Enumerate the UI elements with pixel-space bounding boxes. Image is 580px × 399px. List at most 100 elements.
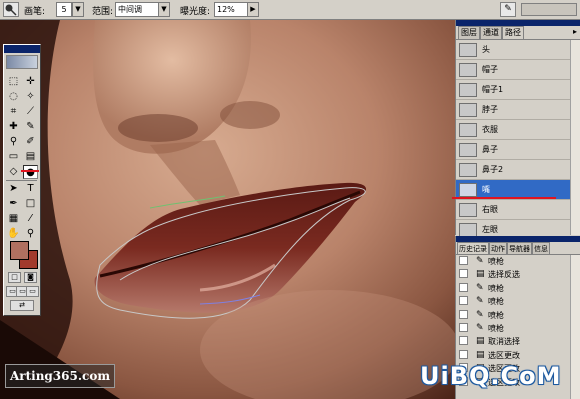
history-checkbox[interactable] xyxy=(459,282,468,292)
history-item-label: 喷枪 xyxy=(488,310,504,320)
history-item-label: 选择反选 xyxy=(488,270,520,280)
watermark-uibq: UiBQ.CoM xyxy=(420,362,562,390)
pen-tool-icon[interactable]: ✒ xyxy=(6,197,21,211)
path-row[interactable]: 头 xyxy=(456,40,580,60)
standard-mode-icon[interactable]: □ xyxy=(8,272,21,283)
path-row[interactable]: 帽子1 xyxy=(456,80,580,100)
exposure-arrow-icon[interactable]: ▶ xyxy=(247,2,259,17)
path-row[interactable]: 鼻子2 xyxy=(456,160,580,180)
path-row[interactable]: 脖子 xyxy=(456,100,580,120)
clone-stamp-tool-icon[interactable]: ⚲ xyxy=(6,135,21,149)
tab-channels[interactable]: 通道 xyxy=(480,26,502,39)
blur-tool-icon[interactable]: ◇ xyxy=(6,165,21,179)
path-thumbnail-icon xyxy=(459,123,477,137)
path-thumbnail-icon xyxy=(459,63,477,77)
history-checkbox[interactable] xyxy=(459,349,468,359)
history-checkbox[interactable] xyxy=(459,336,468,346)
history-panel-tabs: 历史记录 动作 导航器 信息 xyxy=(456,242,580,255)
path-name: 右眼 xyxy=(482,205,498,214)
path-name: 衣服 xyxy=(482,125,498,134)
history-checkbox[interactable] xyxy=(459,256,468,265)
history-checkbox[interactable] xyxy=(459,309,468,319)
dodge-tool-icon[interactable]: ● xyxy=(23,165,38,179)
history-scrollbar[interactable] xyxy=(570,255,580,399)
tab-history[interactable]: 历史记录 xyxy=(457,242,489,254)
zoom-tool-icon[interactable]: ⚲ xyxy=(23,227,38,241)
brush-dropdown-arrow-icon[interactable]: ▼ xyxy=(72,2,84,17)
eraser-tool-icon[interactable]: ▭ xyxy=(6,150,21,164)
range-dropdown-arrow-icon[interactable]: ▼ xyxy=(158,2,170,17)
path-row[interactable]: 鼻子 xyxy=(456,140,580,160)
exposure-field[interactable]: 12% xyxy=(214,2,248,17)
history-item[interactable]: ✎ 喷枪 xyxy=(456,255,571,268)
history-item-label: 喷枪 xyxy=(488,297,504,307)
marquee-tool-icon[interactable]: ⬚ xyxy=(6,75,21,89)
notes-tool-icon[interactable]: ▦ xyxy=(6,212,21,226)
path-thumbnail-icon xyxy=(459,183,477,197)
history-item[interactable]: ✎ 喷枪 xyxy=(456,295,571,308)
history-item-label: 选区更改 xyxy=(488,350,520,360)
airbrush-icon[interactable]: ✎ xyxy=(500,2,516,17)
airbrush-icon: ✎ xyxy=(476,322,484,333)
tab-navigator[interactable]: 导航器 xyxy=(507,242,532,254)
slice-tool-icon[interactable]: ⟋ xyxy=(23,105,38,119)
airbrush-icon: ✎ xyxy=(476,256,484,266)
shape-tool-icon[interactable]: □ xyxy=(23,197,38,211)
brush-tool-icon[interactable]: ✎ xyxy=(23,120,38,134)
paths-list: 头 帽子 帽子1 脖子 衣服 鼻子 鼻子2 嘴 右眼 左眼 xyxy=(456,40,580,240)
airbrush-icon: ✎ xyxy=(476,309,484,320)
healing-tool-icon[interactable]: ✚ xyxy=(6,120,21,134)
history-brush-tool-icon[interactable]: ✐ xyxy=(23,135,38,149)
history-state-icon: ▤ xyxy=(476,336,485,347)
history-item[interactable]: ▤ 取消选择 xyxy=(456,335,571,348)
path-thumbnail-icon xyxy=(459,203,477,217)
dodge-tool-icon[interactable] xyxy=(3,2,19,17)
document-canvas[interactable] xyxy=(0,20,455,399)
move-tool-icon[interactable]: ✛ xyxy=(23,75,38,89)
hand-tool-icon[interactable]: ✋ xyxy=(6,227,21,241)
eyedropper-tool-icon[interactable]: ⁄ xyxy=(23,212,38,226)
lasso-tool-icon[interactable]: ◌ xyxy=(6,90,21,104)
path-thumbnail-icon xyxy=(459,163,477,177)
foreground-color-swatch[interactable] xyxy=(10,241,29,260)
toolbox-title-bar xyxy=(4,45,40,53)
brush-label: 画笔: xyxy=(24,7,46,17)
path-row[interactable]: 帽子 xyxy=(456,60,580,80)
watermark-arting365: Arting365.com xyxy=(5,364,115,388)
path-thumbnail-icon xyxy=(459,223,477,237)
path-row[interactable]: 衣服 xyxy=(456,120,580,140)
history-item[interactable]: ▤ 选区更改 xyxy=(456,349,571,362)
tab-info[interactable]: 信息 xyxy=(532,242,550,254)
magic-wand-tool-icon[interactable]: ✧ xyxy=(23,90,38,104)
paths-scrollbar[interactable] xyxy=(570,40,580,235)
palette-well xyxy=(521,3,577,16)
quick-mask-icon[interactable]: ◙ xyxy=(24,272,37,283)
history-checkbox[interactable] xyxy=(459,269,468,279)
path-thumbnail-icon xyxy=(459,83,477,97)
path-row[interactable]: 右眼 xyxy=(456,200,580,220)
path-name: 左眼 xyxy=(482,225,498,234)
path-name: 头 xyxy=(482,45,490,54)
gradient-tool-icon[interactable]: ▤ xyxy=(23,150,38,164)
toolbox: ⬚ ✛ ◌ ✧ ⌗ ⟋ ✚ ✎ ⚲ ✐ ▭ ▤ ◇ ● ➤ T ✒ □ ▦ ⁄ … xyxy=(3,44,41,316)
jump-to-imageready-icon[interactable]: ⇄ xyxy=(10,300,34,311)
range-label: 范围: xyxy=(92,7,114,17)
tab-paths[interactable]: 路径 xyxy=(502,26,524,39)
annotation-underline-tool xyxy=(21,170,39,172)
path-name: 帽子 xyxy=(482,65,498,74)
history-checkbox[interactable] xyxy=(459,296,468,306)
history-item[interactable]: ✎ 喷枪 xyxy=(456,282,571,295)
tab-actions[interactable]: 动作 xyxy=(489,242,507,254)
history-item[interactable]: ▤ 选择反选 xyxy=(456,268,571,281)
history-item[interactable]: ✎ 喷枪 xyxy=(456,309,571,322)
brush-size-field[interactable]: 5 xyxy=(56,2,72,17)
history-checkbox[interactable] xyxy=(459,322,468,332)
history-item[interactable]: ✎ 喷枪 xyxy=(456,322,571,335)
path-select-tool-icon[interactable]: ➤ xyxy=(6,182,21,196)
crop-tool-icon[interactable]: ⌗ xyxy=(6,105,21,119)
path-name: 帽子1 xyxy=(482,85,504,94)
tab-layers[interactable]: 图层 xyxy=(458,26,480,39)
type-tool-icon[interactable]: T xyxy=(23,182,38,196)
screen-mode-full-icon[interactable]: ▭ xyxy=(26,286,39,297)
panel-menu-arrow-icon[interactable]: ▸ xyxy=(573,26,580,39)
